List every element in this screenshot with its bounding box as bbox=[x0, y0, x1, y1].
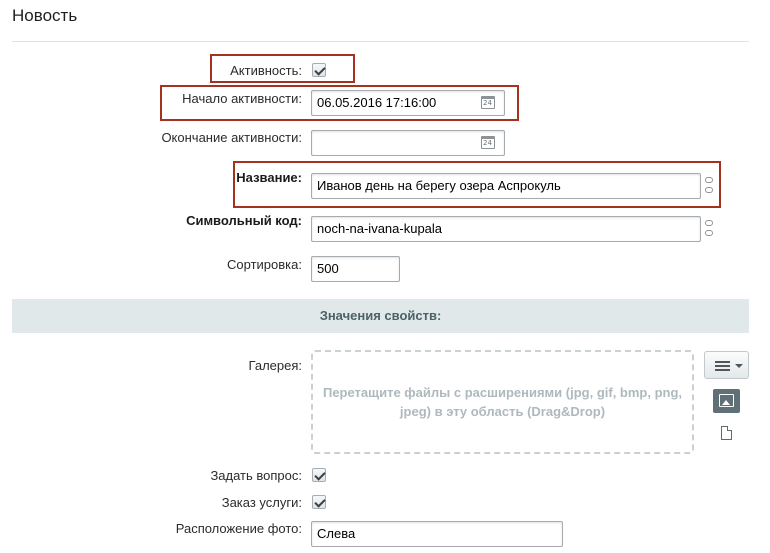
ask-question-checkbox[interactable] bbox=[312, 468, 326, 482]
title-divider bbox=[12, 41, 749, 42]
image-icon[interactable] bbox=[713, 389, 740, 413]
menu-button[interactable] bbox=[704, 351, 749, 379]
sort-label: Сортировка: bbox=[227, 257, 302, 272]
photo-position-label: Расположение фото: bbox=[175, 521, 302, 536]
sort-input[interactable]: 500 bbox=[311, 256, 400, 282]
order-service-label: Заказ услуги: bbox=[221, 495, 302, 510]
gallery-dropzone[interactable]: Перетащите файлы с расширениями (jpg, gi… bbox=[311, 350, 694, 454]
active-from-label: Начало активности: bbox=[182, 91, 302, 106]
code-input[interactable]: noch-na-ivana-kupala bbox=[311, 216, 701, 242]
active-from-input[interactable]: 06.05.2016 17:16:00 bbox=[311, 90, 505, 116]
code-label: Символьный код: bbox=[186, 213, 302, 228]
properties-section-header: Значения свойств: bbox=[12, 299, 749, 333]
order-service-checkbox[interactable] bbox=[312, 495, 326, 509]
active-checkbox[interactable] bbox=[312, 63, 326, 77]
active-label: Активность: bbox=[230, 63, 302, 78]
chain-link-icon[interactable] bbox=[704, 175, 714, 197]
calendar-icon[interactable] bbox=[481, 96, 495, 109]
ask-question-label: Задать вопрос: bbox=[210, 468, 302, 483]
page-title: Новость bbox=[12, 6, 78, 25]
active-to-label: Окончание активности: bbox=[161, 130, 302, 145]
chain-link-icon[interactable] bbox=[704, 218, 714, 240]
name-label: Название: bbox=[236, 170, 302, 185]
file-icon[interactable] bbox=[721, 426, 732, 440]
gallery-label: Галерея: bbox=[248, 358, 302, 373]
calendar-icon[interactable] bbox=[481, 136, 495, 149]
name-input[interactable]: Иванов день на берегу озера Аспрокуль bbox=[311, 173, 701, 199]
hamburger-menu-icon bbox=[715, 361, 730, 373]
chevron-down-icon bbox=[735, 364, 743, 368]
active-to-input[interactable] bbox=[311, 130, 505, 156]
photo-position-input[interactable]: Слева bbox=[311, 521, 563, 547]
